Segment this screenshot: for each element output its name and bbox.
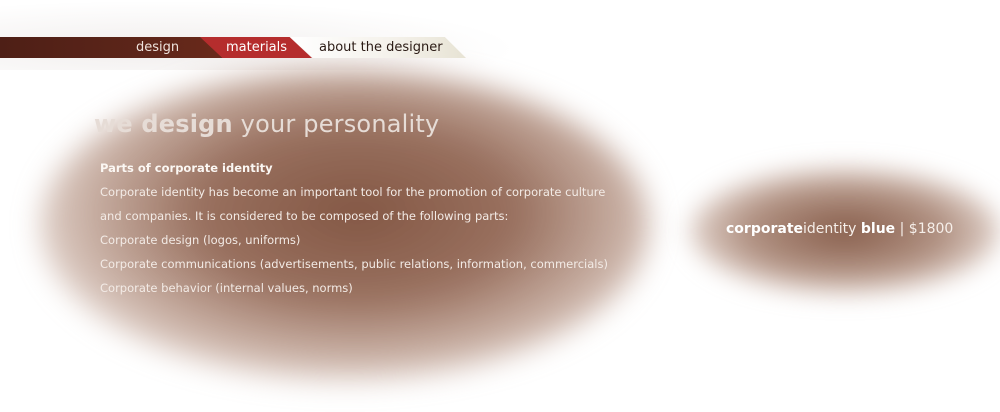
nav-bar-background [0,37,230,58]
product-price: $1800 [908,221,954,237]
product-separator: | [895,221,909,237]
content-line: Corporate behavior (internal values, nor… [100,281,353,295]
content-line: and companies. It is considered to be co… [100,209,509,223]
product-color: blue [860,221,896,237]
product-name-bold: corporate [726,221,803,237]
content-section: Parts of corporate identity Corporate id… [100,156,608,300]
product-label[interactable]: corporateidentity blue | $1800 [726,219,953,239]
nav-item-design[interactable]: design [136,37,179,58]
headline-bold: we design [94,110,233,138]
headline-rest: your personality [232,110,440,138]
content-line: Corporate design (logos, uniforms) [100,233,301,247]
section-heading: Parts of corporate identity [100,161,273,175]
top-shading [0,0,520,70]
nav-item-about-the-designer[interactable]: about the designer [319,37,443,58]
product-name-rest: identity [803,221,857,237]
content-line: Corporate communications (advertisements… [100,257,608,271]
page-headline: we design your personality [94,110,439,138]
nav-item-materials[interactable]: materials [226,37,287,58]
main-navigation: design materials about the designer [0,37,470,58]
content-line: Corporate identity has become an importa… [100,185,606,199]
